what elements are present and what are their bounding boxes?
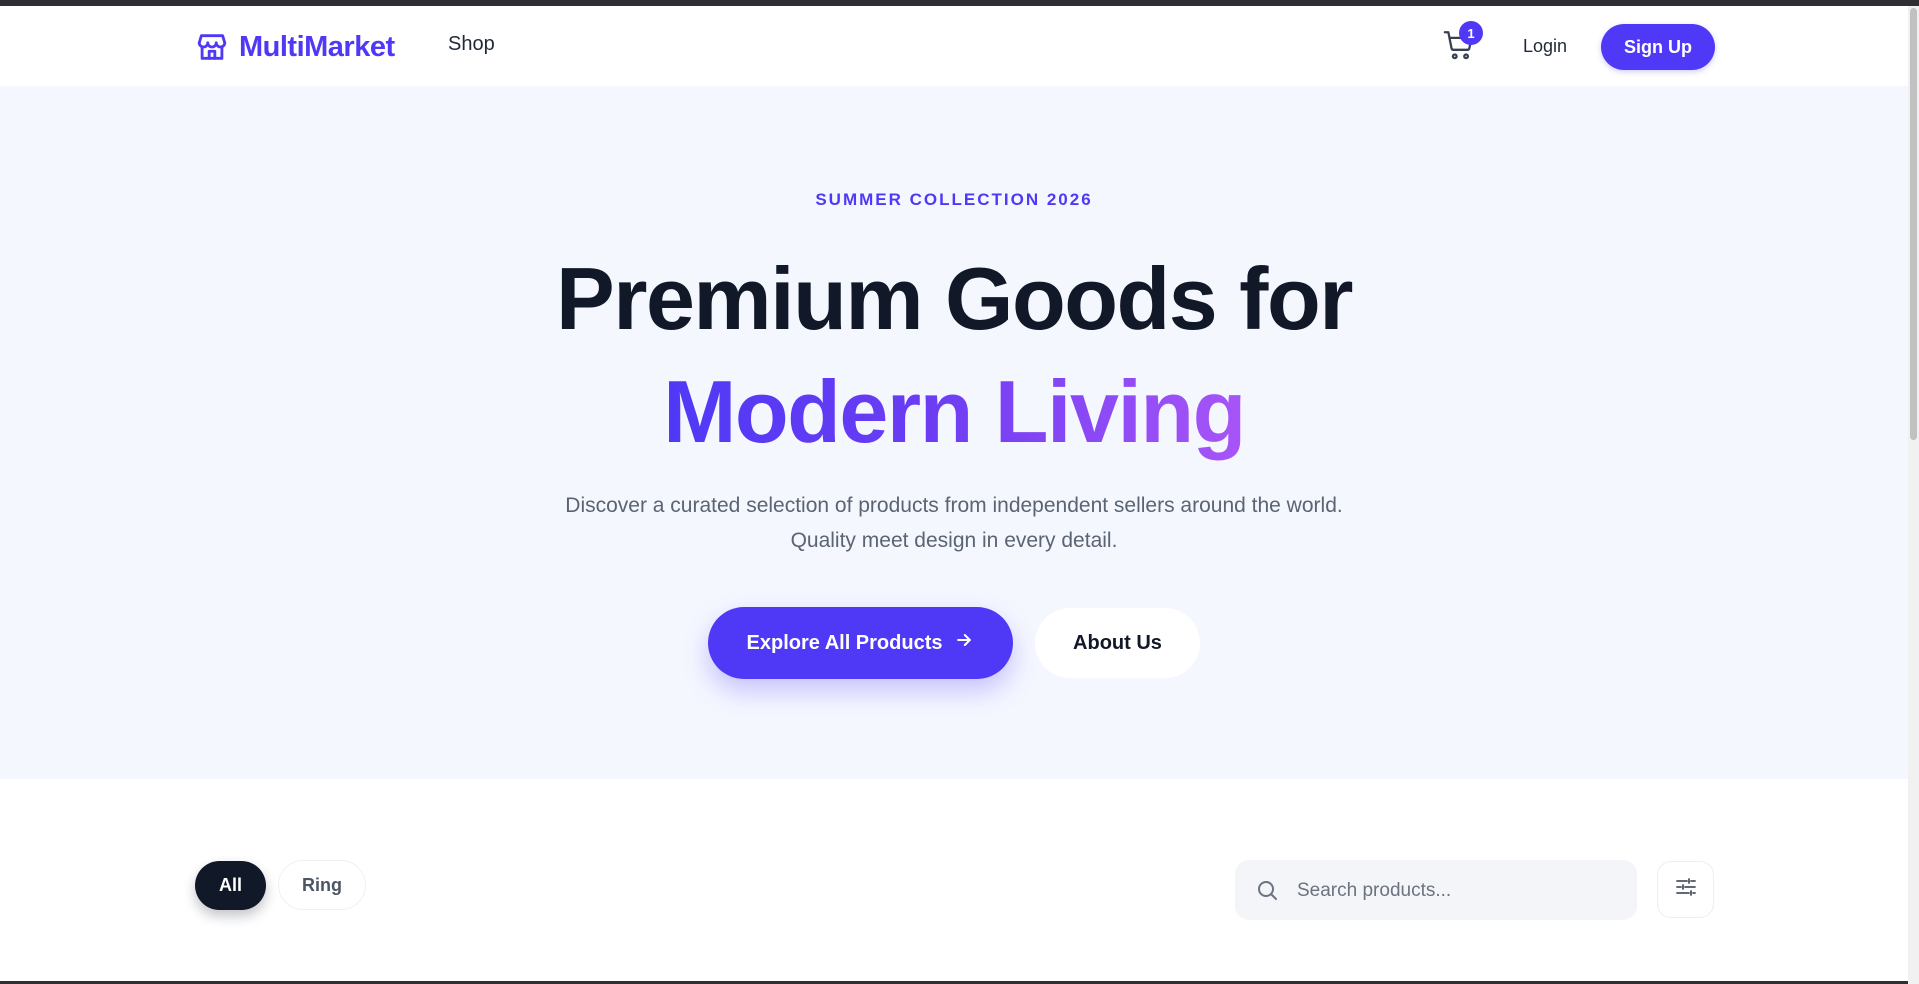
- shopping-cart-icon: [1442, 31, 1476, 66]
- search-input[interactable]: [1295, 860, 1619, 922]
- product-search: [1235, 860, 1637, 922]
- hero-description: Discover a curated selection of products…: [565, 494, 1343, 552]
- category-chip-ring[interactable]: Ring: [278, 860, 366, 910]
- login-link[interactable]: Login: [1523, 36, 1567, 57]
- hero-headline-line2: Modern Living: [0, 359, 1908, 465]
- hero-headline-line1: Premium Goods for: [556, 249, 1353, 348]
- cart-count-badge: 1: [1459, 21, 1483, 45]
- brand-name: MultiMarket: [239, 30, 395, 63]
- storefront-icon: [195, 30, 229, 64]
- nav-link-shop[interactable]: Shop: [448, 33, 495, 56]
- sliders-icon: [1674, 875, 1698, 904]
- scrollbar-thumb[interactable]: [1910, 8, 1917, 440]
- arrow-right-icon: [954, 630, 974, 656]
- explore-products-button[interactable]: Explore All Products: [708, 607, 1013, 679]
- hero-section: SUMMER COLLECTION 2026 Premium Goods for…: [0, 86, 1908, 779]
- category-chip-all[interactable]: All: [195, 861, 266, 910]
- search-icon: [1255, 878, 1279, 902]
- explore-products-label: Explore All Products: [746, 631, 943, 654]
- brand-logo[interactable]: MultiMarket: [195, 28, 395, 66]
- hero-kicker: SUMMER COLLECTION 2026: [815, 190, 1093, 209]
- signup-button[interactable]: Sign Up: [1601, 24, 1715, 70]
- hero-headline-gradient-text: Modern Living: [663, 362, 1246, 461]
- about-us-button[interactable]: About Us: [1035, 608, 1200, 678]
- filter-settings-button[interactable]: [1657, 861, 1714, 918]
